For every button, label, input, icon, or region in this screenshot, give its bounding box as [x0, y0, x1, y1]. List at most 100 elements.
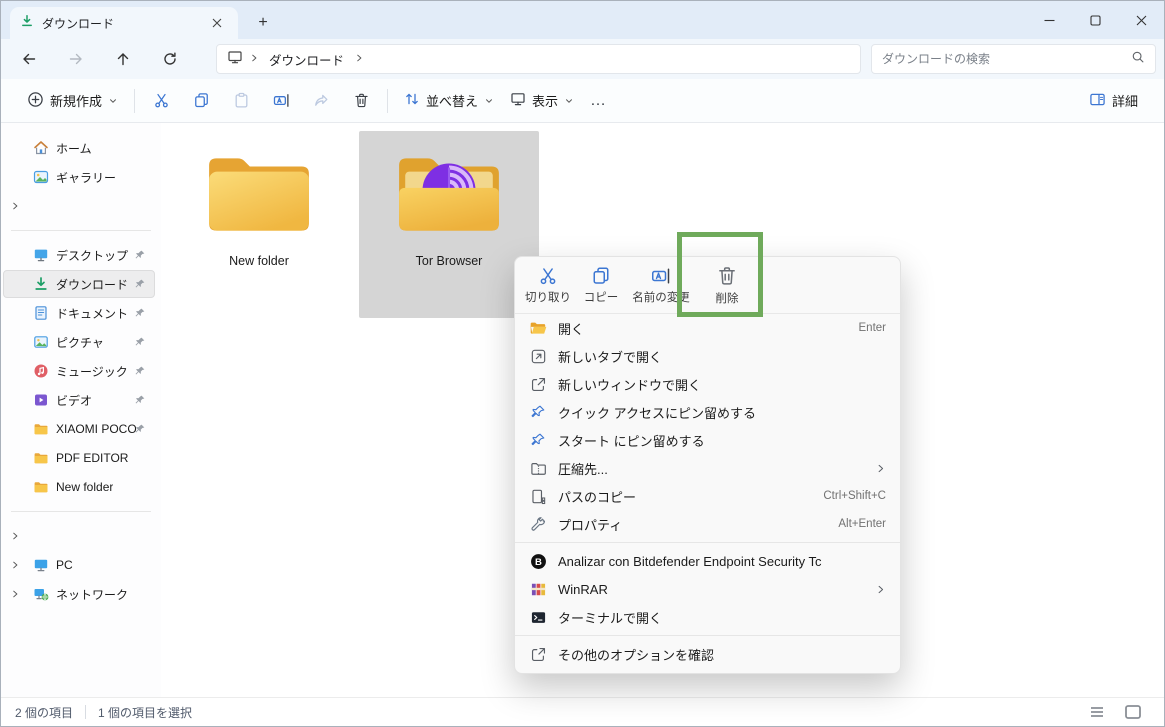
- view-button[interactable]: 表示: [502, 85, 582, 116]
- sidebar-item-pictures[interactable]: ピクチャ: [3, 328, 155, 356]
- videos-icon: [33, 392, 49, 408]
- file-name: Tor Browser: [416, 254, 483, 268]
- file-tile-tor-browser[interactable]: Tor Browser: [359, 131, 539, 318]
- pin-icon: [134, 249, 146, 261]
- minimize-button[interactable]: [1026, 1, 1072, 39]
- breadcrumb-segment[interactable]: ダウンロード: [265, 48, 348, 71]
- share-button[interactable]: [303, 85, 339, 117]
- sidebar-item-label: デスクトップ: [56, 247, 128, 264]
- menu-item-label: パスのコピー: [558, 487, 812, 506]
- sidebar-item-expand-top[interactable]: [3, 192, 155, 220]
- copy-icon: [591, 266, 611, 286]
- paste-button[interactable]: [223, 85, 259, 117]
- rename-button[interactable]: [263, 85, 299, 117]
- sidebar-item-pc[interactable]: PC: [3, 551, 155, 579]
- close-button[interactable]: [1118, 1, 1164, 39]
- chevron-right-icon[interactable]: [10, 201, 22, 211]
- menu-item-shortcut: Ctrl+Shift+C: [823, 490, 886, 502]
- sidebar-item-documents[interactable]: ドキュメント: [3, 299, 155, 327]
- sidebar-item-label: ドキュメント: [56, 305, 128, 322]
- sidebar-item-home[interactable]: ホーム: [3, 134, 155, 162]
- menu-item-winrar[interactable]: WinRAR: [515, 575, 900, 603]
- search-input[interactable]: [882, 52, 1131, 66]
- menu-item-properties[interactable]: プロパティAlt+Enter: [515, 510, 900, 538]
- new-tab-button[interactable]: +: [249, 9, 277, 37]
- menu-item-label: クイック アクセスにピン留めする: [558, 403, 886, 422]
- sidebar: ホームギャラリーデスクトップダウンロードドキュメントピクチャミュージックビデオX…: [1, 123, 161, 697]
- folder-icon: [33, 450, 49, 466]
- menu-item-label: その他のオプションを確認: [558, 645, 886, 664]
- sidebar-item-label: PDF EDITOR: [56, 451, 128, 465]
- gallery-icon: [33, 169, 49, 185]
- menu-item-compress-to[interactable]: 圧縮先...: [515, 454, 900, 482]
- pin-icon: [134, 423, 146, 435]
- sidebar-item-downloads[interactable]: ダウンロード: [3, 270, 155, 298]
- sidebar-item-new-folder[interactable]: New folder: [3, 473, 155, 501]
- up-button[interactable]: [111, 47, 135, 71]
- desktop-icon: [33, 247, 49, 263]
- menu-item-bitdefender-scan[interactable]: BAnalizar con Bitdefender Endpoint Secur…: [515, 547, 900, 575]
- this-pc-icon[interactable]: [227, 49, 243, 70]
- context-menu-divider: [515, 542, 900, 543]
- quick-action-cut[interactable]: 切り取り: [521, 260, 575, 310]
- search-box[interactable]: [871, 44, 1156, 74]
- sidebar-item-label: ダウンロード: [56, 276, 128, 293]
- forward-button[interactable]: [64, 47, 88, 71]
- menu-item-show-more-options[interactable]: その他のオプションを確認: [515, 640, 900, 668]
- chevron-right-icon[interactable]: [10, 589, 22, 599]
- breadcrumb-chevron-icon[interactable]: [354, 50, 364, 68]
- network-icon: [33, 586, 49, 602]
- menu-item-label: Analizar con Bitdefender Endpoint Securi…: [558, 554, 886, 569]
- menu-item-pin-start[interactable]: スタート にピン留めする: [515, 426, 900, 454]
- pin-blue-icon: [529, 431, 547, 449]
- menu-item-open-terminal[interactable]: ターミナルで開く: [515, 603, 900, 631]
- sidebar-item-label: ピクチャ: [56, 334, 104, 351]
- menu-item-open-new-window[interactable]: 新しいウィンドウで開く: [515, 370, 900, 398]
- sidebar-item-music[interactable]: ミュージック: [3, 357, 155, 385]
- menu-item-open-new-tab[interactable]: 新しいタブで開く: [515, 342, 900, 370]
- menu-item-label: 圧縮先...: [558, 459, 864, 478]
- chevron-down-icon: [564, 96, 574, 106]
- chevron-right-icon[interactable]: [10, 560, 22, 570]
- tab-close-icon[interactable]: [206, 12, 228, 34]
- address-bar[interactable]: ダウンロード: [216, 44, 861, 74]
- sidebar-item-label: ミュージック: [56, 363, 128, 380]
- pc-icon: [33, 557, 49, 573]
- menu-item-label: スタート にピン留めする: [558, 431, 886, 450]
- refresh-button[interactable]: [158, 47, 182, 71]
- sidebar-item-desktop[interactable]: デスクトップ: [3, 241, 155, 269]
- new-button[interactable]: 新規作成: [19, 85, 126, 117]
- titlebar: ダウンロード +: [1, 1, 1164, 39]
- pin-blue-icon: [529, 403, 547, 421]
- search-icon[interactable]: [1131, 50, 1145, 69]
- thumbnail-view-toggle[interactable]: [1122, 702, 1144, 722]
- explorer-tab[interactable]: ダウンロード: [10, 7, 238, 39]
- sidebar-item-label: New folder: [56, 480, 113, 494]
- sidebar-item-videos[interactable]: ビデオ: [3, 386, 155, 414]
- delete-button[interactable]: [343, 85, 379, 117]
- file-tile-new-folder[interactable]: New folder: [169, 131, 349, 318]
- sidebar-item-xiaomi-poco-f[interactable]: XIAOMI POCO F: [3, 415, 155, 443]
- copy-button[interactable]: [183, 85, 219, 117]
- sort-button[interactable]: 並べ替え: [396, 85, 502, 116]
- sidebar-item-label: ホーム: [56, 140, 92, 157]
- documents-icon: [33, 305, 49, 321]
- list-view-toggle[interactable]: [1086, 702, 1108, 722]
- sidebar-item-pdf-editor[interactable]: PDF EDITOR: [3, 444, 155, 472]
- sidebar-item-gallery[interactable]: ギャラリー: [3, 163, 155, 191]
- sort-icon: [404, 91, 420, 110]
- tor-browser-folder-icon: [393, 147, 505, 246]
- chevron-right-icon[interactable]: [10, 531, 22, 541]
- sidebar-item-expand-bottom[interactable]: [3, 522, 155, 550]
- sidebar-item-network[interactable]: ネットワーク: [3, 580, 155, 608]
- menu-item-pin-quick-access[interactable]: クイック アクセスにピン留めする: [515, 398, 900, 426]
- menu-item-open[interactable]: 開くEnter: [515, 314, 900, 342]
- maximize-button[interactable]: [1072, 1, 1118, 39]
- menu-item-label: 開く: [558, 319, 848, 338]
- details-pane-button[interactable]: 詳細: [1081, 85, 1146, 117]
- more-commands-button[interactable]: …: [582, 86, 615, 116]
- quick-action-copy[interactable]: コピー: [579, 260, 623, 310]
- back-button[interactable]: [17, 47, 41, 71]
- menu-item-copy-path[interactable]: パスのコピー Ctrl+Shift+C: [515, 482, 900, 510]
- cut-button[interactable]: [143, 85, 179, 117]
